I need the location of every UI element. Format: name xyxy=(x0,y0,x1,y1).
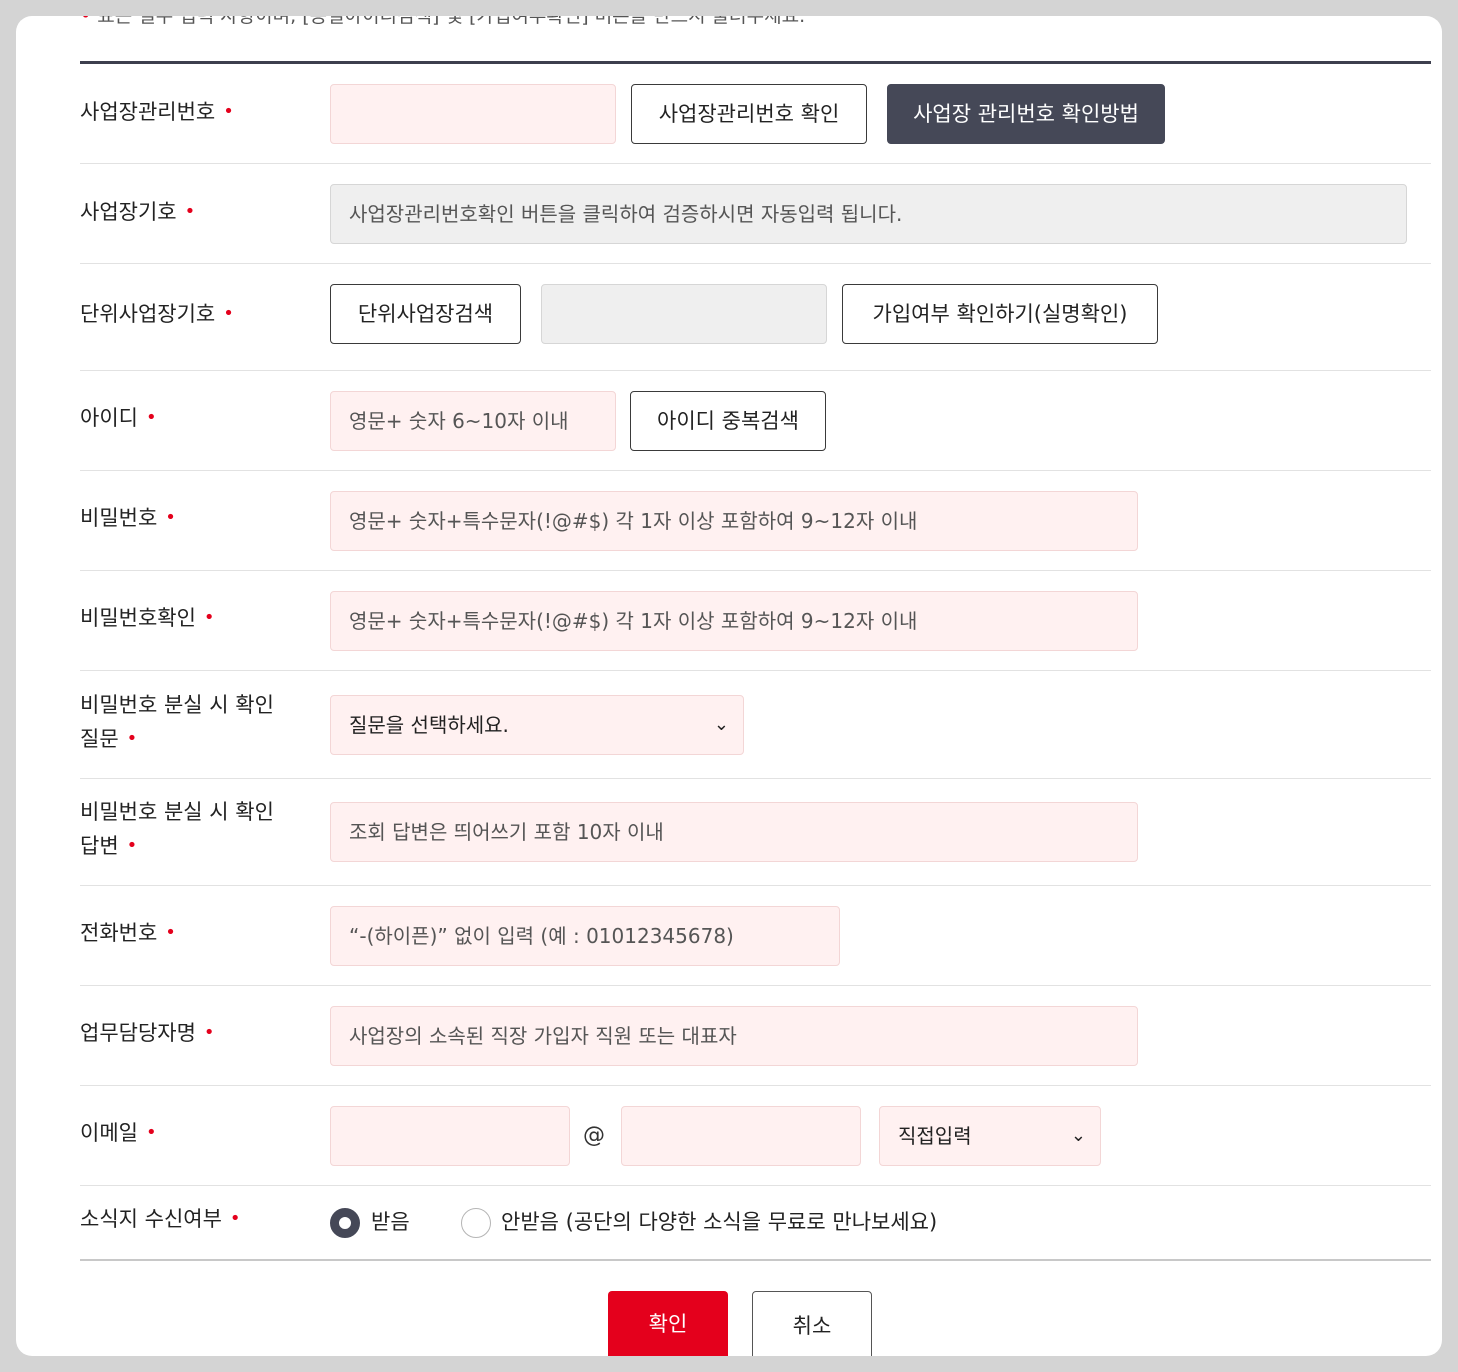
label-biz-mgmt-no: 사업장관리번호 • xyxy=(80,100,234,124)
unit-biz-search-button[interactable]: 단위사업장검색 xyxy=(330,284,521,344)
user-id-input[interactable]: 영문+ 숫자 6~10자 이내 xyxy=(330,391,616,451)
email-local-input[interactable] xyxy=(330,1106,570,1166)
row-password: 비밀번호 • 영문+ 숫자+특수문자(!@#$) 각 1자 이상 포함하여 9~1… xyxy=(80,471,1431,571)
row-user-id: 아이디 • 영문+ 숫자 6~10자 이내 아이디 중복검색 xyxy=(80,371,1431,471)
confirm-button[interactable]: 확인 xyxy=(608,1291,728,1356)
id-duplicate-check-button[interactable]: 아이디 중복검색 xyxy=(630,391,826,451)
label-lost-question: 비밀번호 분실 시 확인 질문 • xyxy=(80,693,274,751)
notice-text: 표는 필수 입력 사항이며, [동일아이디검색] 및 [가입여부확인] 버튼을 … xyxy=(97,16,806,27)
label-manager: 업무담당자명 • xyxy=(80,1021,215,1045)
row-newsletter: 소식지 수신여부 • 받음 안받음 (공단의 다양한 소식을 무료로 만나보세요) xyxy=(80,1186,1431,1261)
biz-symbol-field: 사업장관리번호확인 버튼을 클릭하여 검증하시면 자동입력 됩니다. xyxy=(330,184,1407,244)
verify-membership-button[interactable]: 가입여부 확인하기(실명확인) xyxy=(842,284,1158,344)
label-lost-answer: 비밀번호 분실 시 확인 답변 • xyxy=(80,800,274,858)
email-domain-input[interactable] xyxy=(621,1106,861,1166)
biz-mgmt-no-check-button[interactable]: 사업장관리번호 확인 xyxy=(631,84,867,144)
unit-biz-symbol-field xyxy=(541,284,827,344)
label-email: 이메일 • xyxy=(80,1121,157,1145)
lost-question-select[interactable]: 질문을 선택하세요. ⌄ xyxy=(330,695,744,755)
label-user-id: 아이디 • xyxy=(80,406,157,430)
label-newsletter: 소식지 수신여부 • xyxy=(80,1207,241,1231)
email-domain-select[interactable]: 직접입력 ⌄ xyxy=(879,1106,1101,1166)
row-manager: 업무담당자명 • 사업장의 소속된 직장 가입자 직원 또는 대표자 xyxy=(80,986,1431,1086)
label-phone: 전화번호 • xyxy=(80,921,176,945)
label-biz-symbol: 사업장기호 • xyxy=(80,200,196,224)
biz-mgmt-no-input[interactable] xyxy=(330,84,616,144)
email-at-sign: @ xyxy=(583,1123,605,1148)
label-unit-biz-symbol: 단위사업장기호 • xyxy=(80,302,234,326)
password-confirm-input[interactable]: 영문+ 숫자+특수문자(!@#$) 각 1자 이상 포함하여 9~12자 이내 xyxy=(330,591,1138,651)
label-password: 비밀번호 • xyxy=(80,506,176,530)
required-marker: • xyxy=(80,16,92,27)
cancel-button[interactable]: 취소 xyxy=(752,1291,872,1356)
newsletter-no-label[interactable]: 안받음 (공단의 다양한 소식을 무료로 만나보세요) xyxy=(501,1206,937,1238)
label-password-confirm: 비밀번호확인 • xyxy=(80,606,215,630)
row-unit-biz-symbol: 단위사업장기호 • 단위사업장검색 가입여부 확인하기(실명확인) xyxy=(80,264,1431,371)
newsletter-yes-radio[interactable] xyxy=(330,1208,360,1238)
manager-input[interactable]: 사업장의 소속된 직장 가입자 직원 또는 대표자 xyxy=(330,1006,1138,1066)
row-phone: 전화번호 • “-(하이픈)” 없이 입력 (예 : 01012345678) xyxy=(80,886,1431,986)
row-biz-symbol: 사업장기호 • 사업장관리번호확인 버튼을 클릭하여 검증하시면 자동입력 됩니다… xyxy=(80,164,1431,264)
required-notice: • 표는 필수 입력 사항이며, [동일아이디검색] 및 [가입여부확인] 버튼을… xyxy=(80,16,805,32)
row-lost-answer: 비밀번호 분실 시 확인 답변 • 조회 답변은 띄어쓰기 포함 10자 이내 xyxy=(80,779,1431,886)
biz-mgmt-no-method-button[interactable]: 사업장 관리번호 확인방법 xyxy=(887,84,1165,144)
row-biz-mgmt-no: 사업장관리번호 • 사업장관리번호 확인 사업장 관리번호 확인방법 xyxy=(80,64,1431,164)
row-email: 이메일 • @ 직접입력 ⌄ xyxy=(80,1086,1431,1186)
row-password-confirm: 비밀번호확인 • 영문+ 숫자+특수문자(!@#$) 각 1자 이상 포함하여 9… xyxy=(80,571,1431,671)
form-table: 사업장관리번호 • 사업장관리번호 확인 사업장 관리번호 확인방법 사업장기호 •… xyxy=(80,61,1431,1261)
chevron-down-icon: ⌄ xyxy=(713,714,729,735)
password-input[interactable]: 영문+ 숫자+특수문자(!@#$) 각 1자 이상 포함하여 9~12자 이내 xyxy=(330,491,1138,551)
lost-answer-input[interactable]: 조회 답변은 띄어쓰기 포함 10자 이내 xyxy=(330,802,1138,862)
chevron-down-icon: ⌄ xyxy=(1070,1125,1086,1146)
phone-input[interactable]: “-(하이픈)” 없이 입력 (예 : 01012345678) xyxy=(330,906,840,966)
signup-form-card: • 표는 필수 입력 사항이며, [동일아이디검색] 및 [가입여부확인] 버튼을… xyxy=(16,16,1442,1356)
newsletter-no-radio[interactable] xyxy=(461,1208,491,1238)
newsletter-yes-label[interactable]: 받음 xyxy=(371,1206,410,1238)
row-lost-question: 비밀번호 분실 시 확인 질문 • 질문을 선택하세요. ⌄ xyxy=(80,671,1431,779)
